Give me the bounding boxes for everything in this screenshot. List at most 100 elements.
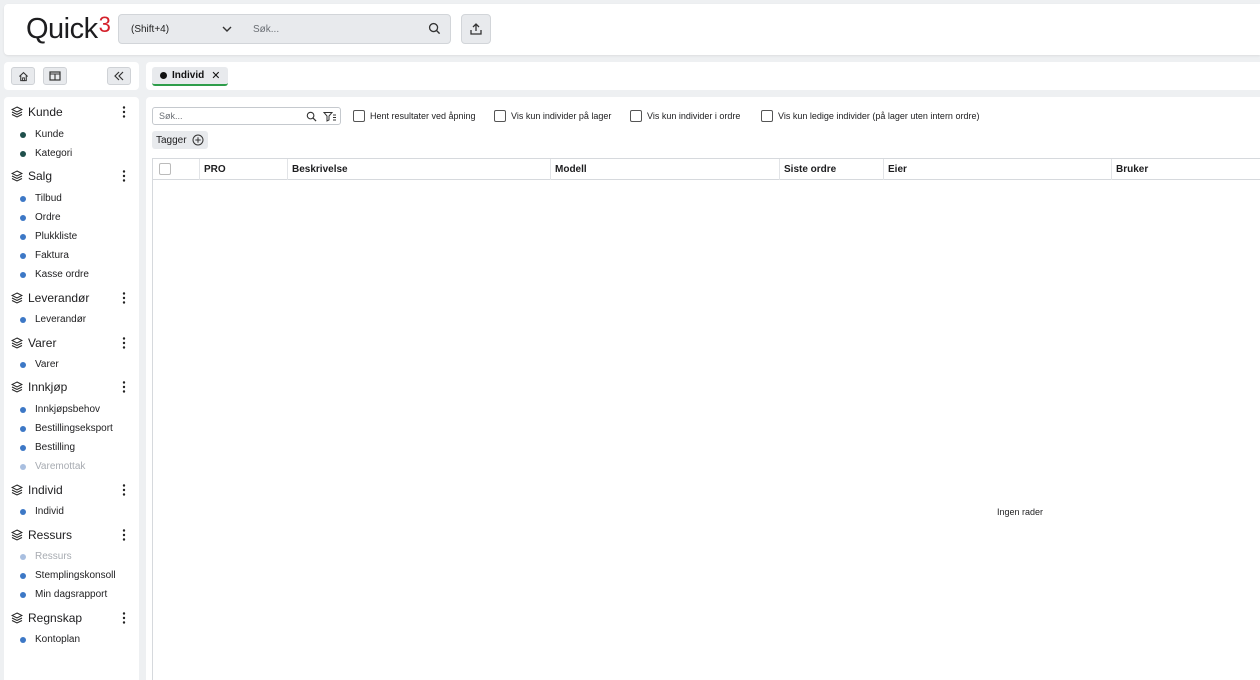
sidebar-item-label: Kontoplan <box>35 634 81 645</box>
sidebar-section-header-individ[interactable]: Individ <box>4 479 139 501</box>
sidebar-item[interactable]: Faktura <box>4 247 139 265</box>
option-fetch-on-open[interactable]: Hent resultater ved åpning <box>353 110 476 122</box>
home-button[interactable] <box>11 67 35 85</box>
tab-label: Individ <box>172 70 205 81</box>
sidebar-item-label: Bestilling <box>35 442 76 453</box>
more-vertical-icon[interactable] <box>122 612 126 624</box>
sidebar-item-label: Bestillingseksport <box>35 423 113 434</box>
list-search-input[interactable] <box>159 109 299 123</box>
select-all-checkbox[interactable] <box>159 163 171 175</box>
status-dot <box>20 215 26 221</box>
layers-icon <box>11 292 23 304</box>
tab-bar: Individ ✕ <box>146 62 1260 90</box>
column-header-beskrivelse[interactable]: Beskrivelse <box>287 159 550 180</box>
search-scope-shortcut[interactable]: (Shift+4) <box>131 24 169 35</box>
checkbox[interactable] <box>494 110 506 122</box>
status-dot <box>20 554 26 560</box>
column-header-pro[interactable]: PRO <box>199 159 287 180</box>
search-icon[interactable] <box>428 22 441 35</box>
grid-header: PRO Beskrivelse Modell Siste ordre Eier … <box>153 159 1260 180</box>
status-dot <box>20 362 26 368</box>
checkbox[interactable] <box>761 110 773 122</box>
checkbox[interactable] <box>353 110 365 122</box>
option-only-in-order[interactable]: Vis kun individer i ordre <box>630 110 740 122</box>
status-dot <box>20 509 26 515</box>
upload-icon <box>470 23 482 35</box>
status-dot <box>20 637 26 643</box>
sidebar-section-header-ressurs[interactable]: Ressurs <box>4 524 139 546</box>
sidebar-item[interactable]: Tilbud <box>4 190 139 208</box>
search-icon[interactable] <box>306 111 317 122</box>
sidebar-section: Ressurs <box>4 524 139 546</box>
sidebar-item[interactable]: Kunde <box>4 126 139 144</box>
sidebar-item-label: Individ <box>35 506 64 517</box>
sidebar-item-label: Ordre <box>35 212 61 223</box>
layout-button[interactable] <box>43 67 67 85</box>
layers-icon <box>11 612 23 624</box>
more-vertical-icon[interactable] <box>122 292 126 304</box>
sidebar-item-label: Innkjøpsbehov <box>35 404 101 415</box>
more-vertical-icon[interactable] <box>122 381 126 393</box>
sidebar-item[interactable]: Plukkliste <box>4 228 139 246</box>
sidebar-section-header-regnskap[interactable]: Regnskap <box>4 607 139 629</box>
sidebar-item[interactable]: Kategori <box>4 145 139 163</box>
global-search-input[interactable] <box>253 16 423 42</box>
sidebar-item[interactable]: Innkjøpsbehov <box>4 401 139 419</box>
tab-individ[interactable]: Individ ✕ <box>152 67 229 86</box>
sidebar-item[interactable]: Min dagsrapport <box>4 586 139 604</box>
sidebar-item[interactable]: Bestilling <box>4 439 139 457</box>
sidebar-section-header-kunde[interactable]: Kunde <box>4 101 139 123</box>
status-dot <box>20 592 26 598</box>
sidebar-section-header-leverand-r[interactable]: Leverandør <box>4 287 139 309</box>
sidebar-item[interactable]: Leverandør <box>4 311 139 329</box>
more-vertical-icon[interactable] <box>122 337 126 349</box>
sidebar-section-header-innkj-p[interactable]: Innkjøp <box>4 376 139 398</box>
more-vertical-icon[interactable] <box>122 170 126 182</box>
column-header-eier[interactable]: Eier <box>883 159 1111 180</box>
sidebar-item-label: Kunde <box>35 129 64 140</box>
collapse-sidebar-button[interactable] <box>107 67 131 85</box>
chevrons-left-icon <box>114 71 124 81</box>
more-vertical-icon[interactable] <box>122 484 126 496</box>
sidebar-item[interactable]: Individ <box>4 503 139 521</box>
plus-circle-icon[interactable] <box>192 134 204 146</box>
option-only-available[interactable]: Vis kun ledige individer (på lager uten … <box>761 110 979 122</box>
sidebar-item[interactable]: Ordre <box>4 209 139 227</box>
sidebar-section-header-varer[interactable]: Varer <box>4 332 139 354</box>
layers-icon <box>11 106 23 118</box>
upload-button[interactable] <box>461 14 491 44</box>
sidebar-item-label: Ressurs <box>35 551 72 562</box>
option-only-in-stock[interactable]: Vis kun individer på lager <box>494 110 611 122</box>
sidebar-item[interactable]: Bestillingseksport <box>4 420 139 438</box>
sidebar-item[interactable]: Varer <box>4 356 139 374</box>
column-header-siste-ordre[interactable]: Siste ordre <box>779 159 883 180</box>
sidebar-item-label: Varemottak <box>35 461 86 472</box>
close-icon[interactable]: ✕ <box>211 70 220 81</box>
app-logo[interactable]: Quick3 <box>26 12 111 44</box>
layers-icon <box>11 170 23 182</box>
sidebar-item: Varemottak <box>4 458 139 476</box>
sidebar-item-label: Kasse ordre <box>35 269 89 280</box>
filter-list-icon[interactable] <box>323 111 337 122</box>
tab-status-dot <box>160 72 167 79</box>
sidebar-section: Leverandør <box>4 287 139 309</box>
column-header-bruker[interactable]: Bruker <box>1111 159 1260 180</box>
more-vertical-icon[interactable] <box>122 106 126 118</box>
sidebar-section: Innkjøp <box>4 376 139 398</box>
columns-icon <box>49 71 61 81</box>
main-panel: Hent resultater ved åpning Vis kun indiv… <box>146 97 1260 680</box>
sidebar-item[interactable]: Stemplingskonsoll <box>4 567 139 585</box>
layers-icon <box>11 484 23 496</box>
sidebar-item[interactable]: Kasse ordre <box>4 266 139 284</box>
sidebar-item-label: Leverandør <box>35 314 87 325</box>
global-search-group: (Shift+4) <box>118 14 451 44</box>
more-vertical-icon[interactable] <box>122 529 126 541</box>
chevron-down-icon[interactable] <box>221 23 233 35</box>
tags-button[interactable]: Tagger <box>152 131 208 149</box>
checkbox[interactable] <box>630 110 642 122</box>
data-grid: PRO Beskrivelse Modell Siste ordre Eier … <box>152 158 1260 680</box>
sidebar-section-header-salg[interactable]: Salg <box>4 165 139 187</box>
column-header-modell[interactable]: Modell <box>550 159 779 180</box>
status-dot <box>20 253 26 259</box>
sidebar-item[interactable]: Kontoplan <box>4 631 139 649</box>
